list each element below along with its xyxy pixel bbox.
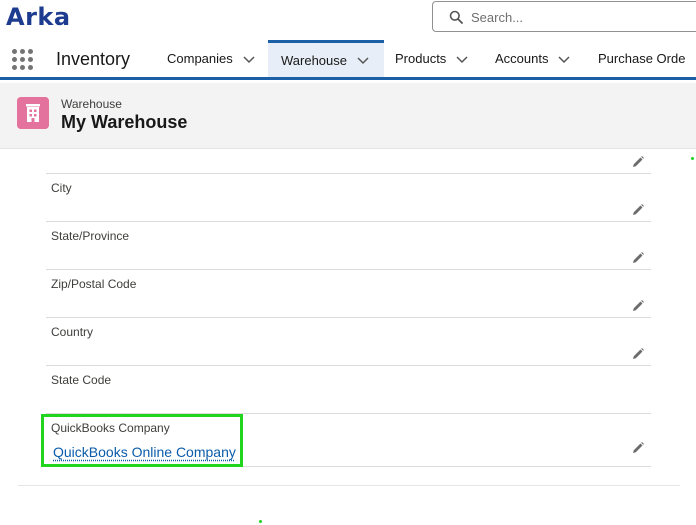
app-page: Arka Search... Inventory Companies Wareh… [0, 0, 696, 525]
pencil-edit-icon[interactable] [631, 203, 645, 217]
pencil-edit-icon[interactable] [631, 155, 645, 169]
pencil-edit-icon[interactable] [631, 299, 645, 313]
chevron-down-icon[interactable] [456, 53, 468, 65]
field-row-city: City [46, 174, 651, 222]
field-label: City [51, 181, 72, 195]
section-divider [18, 485, 680, 486]
marker-dot [259, 520, 262, 523]
chevron-down-icon[interactable] [243, 53, 255, 65]
field-row-street [46, 126, 651, 174]
global-header: Arka Search... [0, 0, 696, 40]
nav-tab-label: Purchase Orde [598, 51, 686, 66]
app-navigation-bar: Inventory Companies Warehouse Products A… [0, 40, 696, 80]
nav-tab-companies[interactable]: Companies [155, 40, 267, 77]
field-row-country: Country [46, 318, 651, 366]
pencil-edit-icon[interactable] [631, 441, 645, 455]
nav-tab-products[interactable]: Products [384, 40, 484, 77]
field-label: State Code [51, 373, 112, 387]
nav-tab-accounts[interactable]: Accounts [484, 40, 586, 77]
app-logo[interactable]: Arka [6, 3, 71, 31]
pencil-edit-icon[interactable] [631, 347, 645, 361]
nav-tab-label: Accounts [495, 51, 549, 66]
nav-tab-warehouse[interactable]: Warehouse [268, 40, 384, 77]
warehouse-icon [17, 97, 49, 129]
field-row-state-province: State/Province [46, 222, 651, 270]
field-row-zip-postal-code: Zip/Postal Code [46, 270, 651, 318]
app-launcher-icon[interactable] [12, 49, 34, 71]
pencil-edit-icon[interactable] [631, 251, 645, 265]
field-label: Country [51, 325, 94, 339]
field-row-state-code: State Code [46, 366, 651, 414]
marker-dot [691, 157, 694, 160]
search-icon [449, 10, 463, 24]
record-type-label: Warehouse [61, 97, 122, 111]
nav-tab-purchase-orders[interactable]: Purchase Orde [586, 40, 696, 77]
nav-tab-label: Products [395, 51, 447, 66]
global-search-input[interactable]: Search... [432, 1, 696, 32]
app-name: Inventory [56, 49, 131, 69]
nav-tab-label: Warehouse [281, 52, 347, 68]
field-label: State/Province [51, 229, 130, 243]
chevron-down-icon[interactable] [558, 53, 571, 65]
nav-tab-label: Companies [167, 51, 233, 66]
chevron-down-icon[interactable] [357, 54, 369, 66]
search-placeholder: Search... [471, 10, 524, 25]
highlight-box [41, 414, 243, 467]
field-label: Zip/Postal Code [51, 277, 137, 291]
